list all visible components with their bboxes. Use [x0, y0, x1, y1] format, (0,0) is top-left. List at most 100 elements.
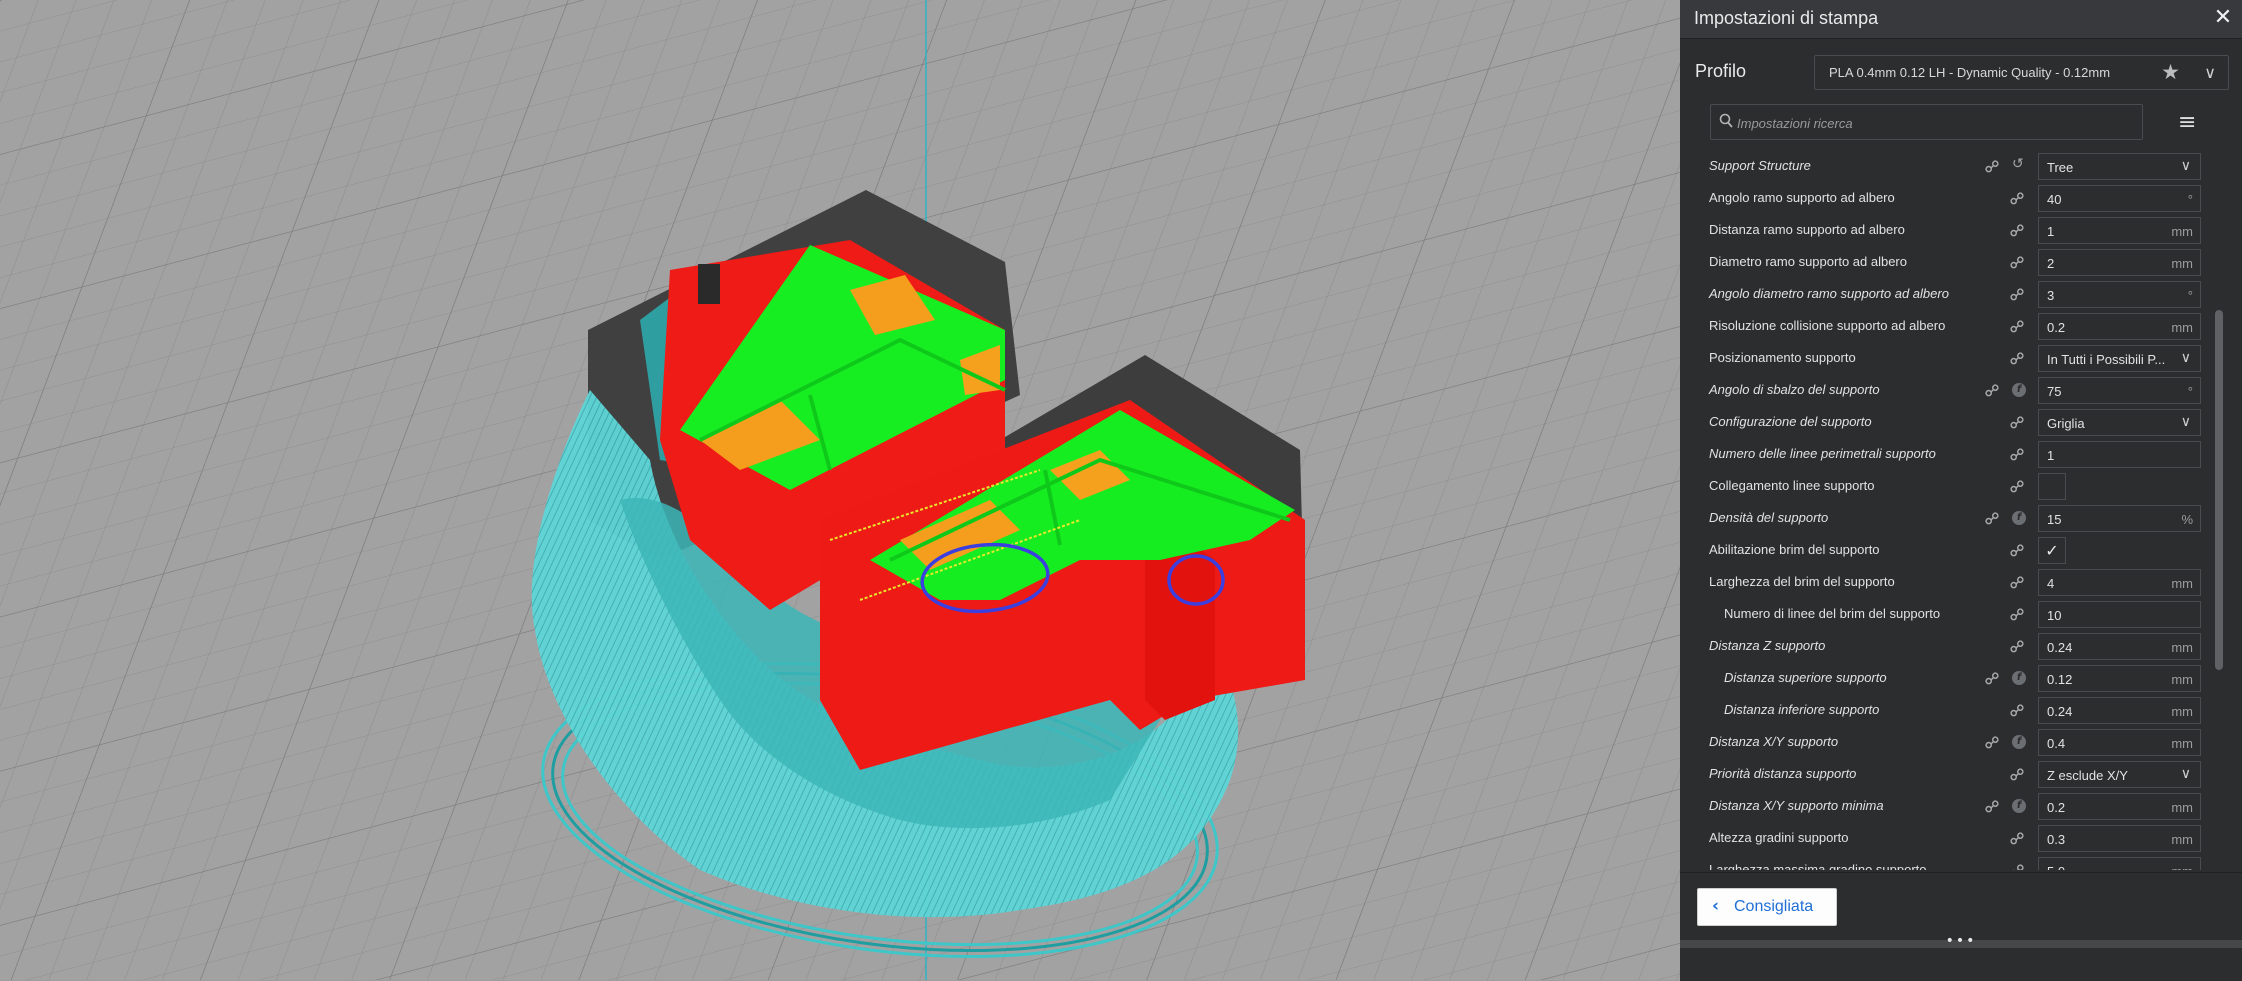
setting-input[interactable]: 75°: [2038, 377, 2201, 404]
link-icon: [2010, 351, 2024, 365]
setting-input[interactable]: 40°: [2038, 185, 2201, 212]
setting-input[interactable]: 1: [2038, 441, 2201, 468]
setting-row: Numero delle linee perimetrali supporto 1: [1680, 438, 2210, 470]
setting-row: Angolo diametro ramo supporto ad albero 3…: [1680, 278, 2210, 310]
setting-label: Numero delle linee perimetrali supporto: [1709, 446, 1936, 461]
reset-icon[interactable]: ↺: [2012, 156, 2024, 172]
setting-label: Larghezza massima gradino supporto: [1709, 862, 1927, 870]
link-icon: [2010, 831, 2024, 845]
setting-label: Configurazione del supporto: [1709, 414, 1872, 429]
setting-unit: mm: [2171, 256, 2193, 271]
setting-unit: °: [2188, 288, 2193, 303]
setting-input[interactable]: 0.24mm: [2038, 633, 2201, 660]
setting-unit: mm: [2171, 640, 2193, 655]
setting-dropdown[interactable]: Griglia∨: [2038, 409, 2201, 436]
function-icon[interactable]: f: [2012, 735, 2026, 749]
setting-row: Larghezza del brim del supporto4mm: [1680, 566, 2210, 598]
setting-input[interactable]: 10: [2038, 601, 2201, 628]
setting-input[interactable]: 1mm: [2038, 217, 2201, 244]
link-icon: [2010, 575, 2024, 589]
setting-dropdown[interactable]: Tree∨: [2038, 153, 2201, 180]
function-icon[interactable]: f: [2012, 383, 2026, 397]
link-icon: [2010, 863, 2024, 870]
setting-row: Collegamento linee supporto: [1680, 470, 2210, 502]
recommended-button[interactable]: ‹ Consigliata: [1697, 888, 1837, 926]
setting-unit: mm: [2171, 224, 2193, 239]
chevron-down-icon: ∨: [2181, 158, 2191, 174]
profile-dropdown[interactable]: PLA 0.4mm 0.12 LH - Dynamic Quality - 0.…: [1814, 55, 2229, 90]
setting-input[interactable]: 4mm: [2038, 569, 2201, 596]
link-icon: [2010, 703, 2024, 717]
layer-view-canvas[interactable]: [0, 0, 1680, 980]
setting-unit: %: [2181, 512, 2193, 527]
settings-list[interactable]: Support Structure↺Tree∨Angolo ramo suppo…: [1680, 150, 2210, 870]
star-icon[interactable]: ★: [2161, 60, 2180, 84]
setting-unit: mm: [2171, 736, 2193, 751]
function-icon[interactable]: f: [2012, 799, 2026, 813]
setting-input[interactable]: 5.0mm: [2038, 857, 2201, 870]
setting-input[interactable]: 0.2mm: [2038, 313, 2201, 340]
setting-label: Distanza ramo supporto ad albero: [1709, 222, 1905, 237]
link-icon: [2010, 767, 2024, 781]
setting-input[interactable]: 0.3mm: [2038, 825, 2201, 852]
setting-input[interactable]: 15%: [2038, 505, 2201, 532]
setting-value: Z esclude X/Y: [2047, 768, 2128, 783]
setting-checkbox[interactable]: ✓: [2038, 537, 2066, 564]
setting-dropdown[interactable]: Z esclude X/Y∨: [2038, 761, 2201, 788]
setting-checkbox[interactable]: [2038, 473, 2066, 500]
setting-row: Numero di linee del brim del supporto10: [1680, 598, 2210, 630]
chevron-down-icon: ∨: [2204, 63, 2216, 82]
setting-input[interactable]: 3°: [2038, 281, 2201, 308]
setting-unit: mm: [2171, 704, 2193, 719]
chevron-down-icon: ∨: [2181, 350, 2191, 366]
function-icon[interactable]: f: [2012, 671, 2026, 685]
search-box[interactable]: [1710, 104, 2143, 140]
setting-input[interactable]: 0.12mm: [2038, 665, 2201, 692]
3d-viewport[interactable]: [0, 0, 1680, 980]
link-icon: [2010, 223, 2024, 237]
link-icon: [1985, 511, 1999, 525]
setting-value: 2: [2047, 256, 2054, 271]
setting-input[interactable]: 2 mm: [2038, 249, 2201, 276]
setting-label: Distanza Z supporto: [1709, 638, 1825, 653]
search-input[interactable]: [1735, 111, 2139, 135]
hamburger-menu-icon[interactable]: ≡: [2178, 110, 2196, 135]
setting-label: Posizionamento supporto: [1709, 350, 1856, 365]
recommended-label: Consigliata: [1734, 898, 1813, 916]
link-icon: [1985, 671, 1999, 685]
setting-row: Angolo ramo supporto ad albero40°: [1680, 182, 2210, 214]
link-icon: [2010, 191, 2024, 205]
setting-label: Angolo diametro ramo supporto ad albero: [1709, 286, 1949, 301]
setting-value: 5.0: [2047, 864, 2065, 870]
setting-label: Angolo di sbalzo del supporto: [1709, 382, 1880, 397]
link-icon: [2010, 255, 2024, 269]
setting-row: Densità del supporto f 15%: [1680, 502, 2210, 534]
setting-value: 4: [2047, 576, 2054, 591]
setting-dropdown[interactable]: In Tutti i Possibili P...∨: [2038, 345, 2201, 372]
setting-row: Distanza X/Y supporto minimaf0.2mm: [1680, 790, 2210, 822]
function-icon[interactable]: f: [2012, 511, 2026, 525]
panel-header: Impostazioni di stampa ✕: [1680, 0, 2242, 39]
drag-handle-dots[interactable]: •••: [1680, 933, 2242, 949]
setting-input[interactable]: 0.24 mm: [2038, 697, 2201, 724]
close-icon[interactable]: ✕: [2210, 5, 2236, 31]
setting-input[interactable]: 0.4mm: [2038, 729, 2201, 756]
chevron-down-icon: ∨: [2181, 414, 2191, 430]
setting-row: Abilitazione brim del supporto✓: [1680, 534, 2210, 566]
setting-label: Distanza inferiore supporto: [1724, 702, 1879, 717]
setting-value: 0.24: [2047, 704, 2072, 719]
model-dark-fragment: [698, 264, 720, 304]
link-icon: [2010, 639, 2024, 653]
setting-input[interactable]: 0.2mm: [2038, 793, 2201, 820]
settings-scrollbar[interactable]: [2215, 310, 2223, 670]
chevron-left-icon: ‹: [1712, 896, 1719, 916]
model-red-tower: [1145, 545, 1215, 720]
link-icon: [2010, 479, 2024, 493]
setting-label: Priorità distanza supporto: [1709, 766, 1856, 781]
setting-unit: mm: [2171, 800, 2193, 815]
setting-value: 15: [2047, 512, 2061, 527]
setting-label: Densità del supporto: [1709, 510, 1828, 525]
link-icon: [2010, 415, 2024, 429]
panel-title: Impostazioni di stampa: [1694, 8, 1878, 29]
setting-unit: °: [2188, 384, 2193, 399]
